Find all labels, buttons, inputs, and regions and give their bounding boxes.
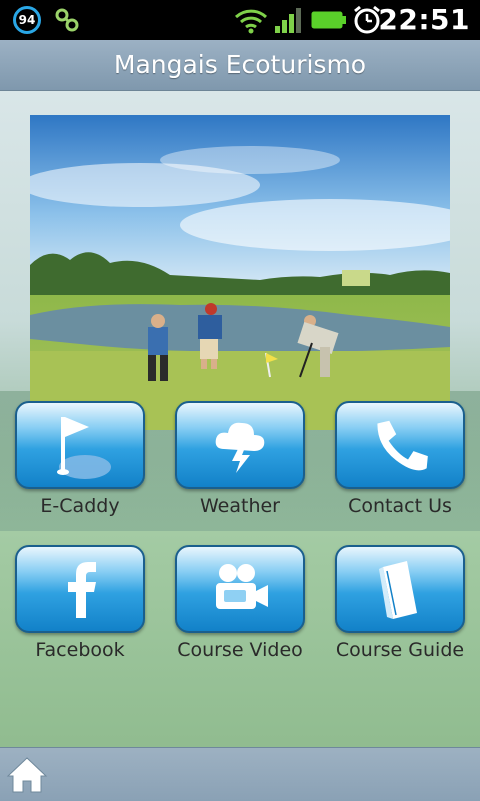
bottom-bar <box>0 747 480 801</box>
battery-badge-value: 94 <box>13 6 41 34</box>
weather-storm-icon <box>215 422 265 473</box>
facebook-button[interactable] <box>15 545 145 633</box>
app-header: Mangais Ecoturismo <box>0 40 480 91</box>
contact-label: Contact Us <box>348 495 452 517</box>
course-guide-label: Course Guide <box>335 639 465 661</box>
home-icon <box>6 757 48 793</box>
facebook-label: Facebook <box>35 639 125 661</box>
battery-icon <box>310 0 348 40</box>
course-video-button[interactable] <box>175 545 305 633</box>
course-guide-button[interactable] <box>335 545 465 633</box>
page-title: Mangais Ecoturismo <box>113 50 367 79</box>
facebook-icon <box>68 562 96 618</box>
status-time: 22:51 <box>378 3 470 36</box>
home-button[interactable] <box>6 756 48 794</box>
phone-icon <box>377 420 428 471</box>
wifi-icon <box>232 0 270 40</box>
weather-label: Weather <box>200 495 280 517</box>
ecaddy-label: E-Caddy <box>40 495 120 517</box>
golf-flag-icon <box>57 417 111 479</box>
book-icon <box>379 561 417 619</box>
ecaddy-button[interactable] <box>15 401 145 489</box>
signal-icon <box>272 0 304 40</box>
course-photo <box>30 115 450 430</box>
weather-button[interactable] <box>175 401 305 489</box>
battery-badge: 94 <box>10 0 44 40</box>
course-video-label: Course Video <box>177 639 303 661</box>
contact-button[interactable] <box>335 401 465 489</box>
status-bar: 94 22:51 <box>0 0 480 40</box>
usb-debug-icon <box>52 0 82 40</box>
video-camera-icon <box>216 564 268 609</box>
